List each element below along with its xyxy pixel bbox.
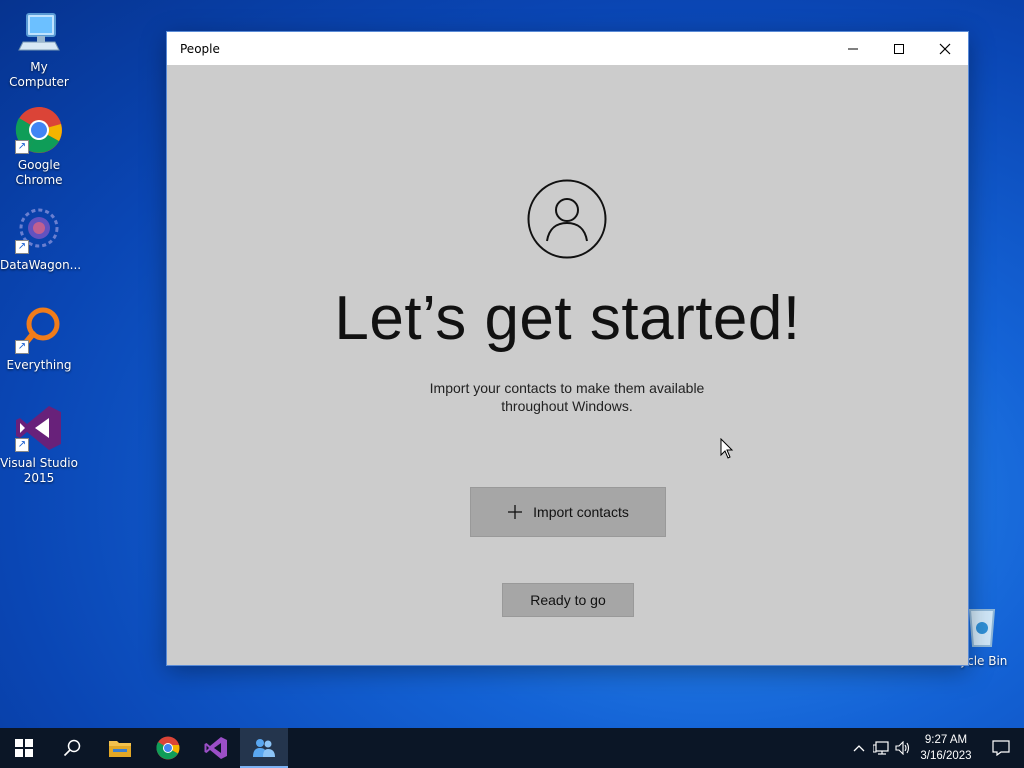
volume-button[interactable]	[892, 728, 914, 768]
everything-icon: ↗	[15, 306, 63, 354]
desktop-icon-label: Google Chrome	[15, 158, 63, 187]
page-headline: Let’s get started!	[334, 284, 801, 353]
desktop-icon-label: Everything	[6, 358, 72, 372]
search-icon	[63, 739, 81, 757]
file-explorer-icon	[109, 741, 131, 757]
chrome-icon	[156, 736, 180, 760]
visual-studio-icon	[204, 737, 227, 759]
people-icon	[253, 739, 275, 757]
close-button[interactable]	[922, 32, 968, 65]
start-button[interactable]	[0, 728, 48, 768]
datawagon-icon: ↗	[15, 206, 63, 254]
clock[interactable]: 9:27 AM 3/16/2023	[914, 732, 978, 764]
chevron-up-icon	[853, 745, 865, 752]
desktop-icon-everything[interactable]: ↗ Everything	[0, 306, 78, 373]
minimize-button[interactable]	[830, 32, 876, 65]
shortcut-arrow-icon: ↗	[15, 340, 29, 354]
taskbar-people[interactable]	[240, 728, 288, 768]
maximize-button[interactable]	[876, 32, 922, 65]
plus-icon	[508, 505, 523, 519]
minimize-icon	[848, 48, 858, 49]
computer-icon	[15, 8, 63, 56]
desktop-icon-visual-studio[interactable]: ↗ Visual Studio 2015	[0, 404, 78, 486]
shortcut-arrow-icon: ↗	[15, 240, 29, 254]
desktop-icon-google-chrome[interactable]: ↗ Google Chrome	[0, 106, 78, 188]
visual-studio-icon: ↗	[15, 404, 63, 452]
import-contacts-button[interactable]: Import contacts	[470, 487, 666, 537]
person-avatar-icon	[527, 179, 607, 259]
start-icon	[15, 739, 33, 757]
shortcut-arrow-icon: ↗	[15, 140, 29, 154]
desktop-icon-label: Visual Studio 2015	[0, 456, 78, 485]
search-button[interactable]	[48, 728, 96, 768]
ready-to-go-label: Ready to go	[530, 592, 606, 608]
people-content: Let’s get started! Import your contacts …	[167, 65, 968, 665]
system-tray: 9:27 AM 3/16/2023	[848, 728, 1024, 768]
close-icon	[939, 43, 951, 54]
people-window: People Let’s get started! Import your co…	[167, 32, 968, 665]
import-contacts-label: Import contacts	[533, 504, 629, 520]
desktop-icon-label: DataWagon...	[0, 258, 82, 272]
desktop-icon-datawagon[interactable]: ↗ DataWagon...	[0, 206, 82, 273]
action-center-button[interactable]	[978, 728, 1024, 768]
taskbar-file-explorer[interactable]	[96, 728, 144, 768]
title-bar[interactable]: People	[167, 32, 968, 65]
clock-date: 3/16/2023	[920, 750, 972, 762]
desktop-icon-label: My Computer	[9, 60, 69, 89]
chrome-icon: ↗	[15, 106, 63, 154]
taskbar: 9:27 AM 3/16/2023	[0, 728, 1024, 768]
shortcut-arrow-icon: ↗	[15, 438, 29, 452]
taskbar-chrome[interactable]	[144, 728, 192, 768]
maximize-icon	[894, 43, 904, 54]
ready-to-go-button[interactable]: Ready to go	[502, 583, 634, 617]
volume-icon	[895, 741, 910, 755]
desktop-icon-my-computer[interactable]: My Computer	[0, 8, 78, 90]
show-hidden-icons-button[interactable]	[848, 728, 870, 768]
mouse-cursor-icon	[720, 437, 734, 464]
notification-icon	[992, 740, 1010, 756]
taskbar-visual-studio[interactable]	[192, 728, 240, 768]
network-button[interactable]	[870, 728, 892, 768]
page-subtext: Import your contacts to make them availa…	[429, 380, 705, 414]
window-title: People	[180, 41, 220, 56]
network-icon	[873, 741, 889, 755]
clock-time: 9:27 AM	[924, 734, 968, 746]
